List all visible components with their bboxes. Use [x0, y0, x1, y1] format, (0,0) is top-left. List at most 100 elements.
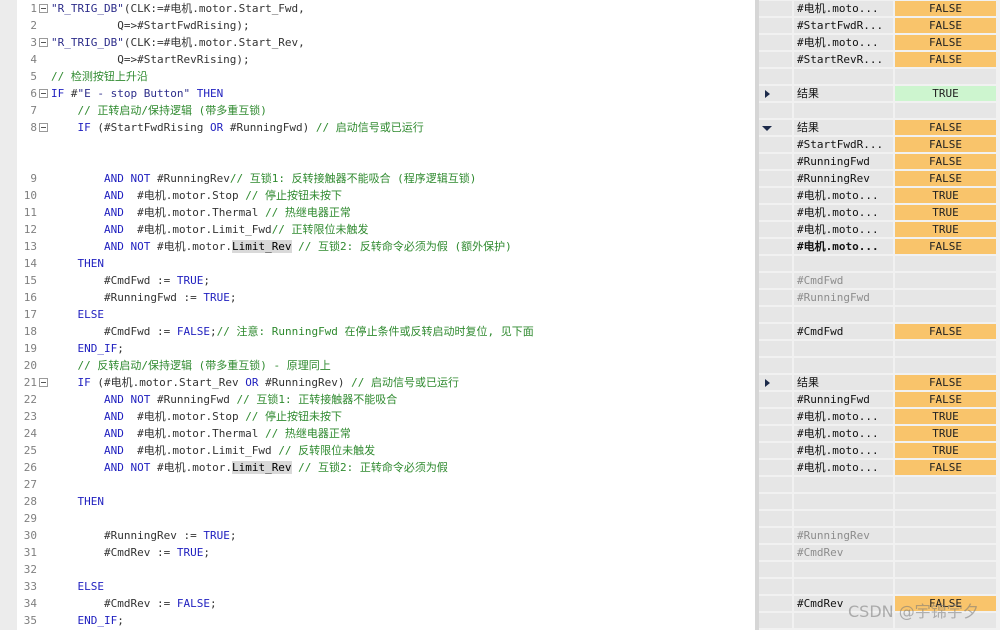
- code-line[interactable]: 19 END_IF;: [17, 340, 755, 357]
- code-line[interactable]: 23 AND #电机.motor.Stop // 停止按钮未按下: [17, 408, 755, 425]
- watch-variable-name: [794, 307, 893, 322]
- code-line[interactable]: 22 AND NOT #RunningFwd // 互锁1: 正转接触器不能吸合: [17, 391, 755, 408]
- row-marker-cell: [759, 35, 792, 50]
- code-line[interactable]: [17, 153, 755, 170]
- watch-value: FALSE: [895, 239, 996, 254]
- code-editor[interactable]: 1 "R_TRIG_DB"(CLK:=#电机.motor.Start_Fwd, 2 …: [17, 0, 755, 630]
- code-line[interactable]: 35 END_IF;: [17, 612, 755, 629]
- row-marker-cell: [759, 494, 792, 509]
- code-line[interactable]: 11 AND #电机.motor.Thermal // 热继电器正常: [17, 204, 755, 221]
- code-line[interactable]: 18 #CmdFwd := FALSE;// 注意: RunningFwd 在停…: [17, 323, 755, 340]
- row-marker-cell: [759, 239, 792, 254]
- row-marker-cell: [759, 562, 792, 577]
- code-line[interactable]: 25 AND #电机.motor.Limit_Fwd // 反转限位未触发: [17, 442, 755, 459]
- code-line[interactable]: 20 // 反转启动/保持逻辑 (带多重互锁) - 原理同上: [17, 357, 755, 374]
- code-token: ;: [229, 529, 237, 542]
- code-token: ;: [229, 291, 237, 304]
- code-line[interactable]: 24 AND #电机.motor.Thermal // 热继电器正常: [17, 425, 755, 442]
- watch-variable-name: [794, 69, 893, 84]
- code-line[interactable]: 34 #CmdRev := FALSE;: [17, 595, 755, 612]
- code-token: AND: [51, 223, 138, 236]
- code-line[interactable]: 32: [17, 561, 755, 578]
- row-marker-cell: [759, 613, 792, 628]
- code-line[interactable]: 10 AND #电机.motor.Stop // 停止按钮未按下: [17, 187, 755, 204]
- line-number: 11: [23, 206, 37, 219]
- row-marker-cell: [759, 137, 792, 152]
- code-line[interactable]: 3 "R_TRIG_DB"(CLK:=#电机.motor.Start_Rev,: [17, 34, 755, 51]
- code-text: Q=>#StartFwdRising);: [51, 17, 250, 34]
- watch-value: [895, 341, 996, 356]
- code-line[interactable]: 28 THEN: [17, 493, 755, 510]
- fold-toggle-icon[interactable]: [39, 38, 48, 47]
- code-token: THEN: [51, 257, 104, 270]
- watch-value: TRUE: [895, 409, 996, 424]
- code-text: Q=>#StartRevRising);: [51, 51, 249, 68]
- code-token: ;: [209, 597, 217, 610]
- code-token: // 互锁2: 反转命令必须为假 (额外保护): [291, 240, 512, 253]
- watch-row: [759, 255, 1000, 271]
- code-line[interactable]: 33 ELSE: [17, 578, 755, 595]
- row-marker-cell: [759, 460, 792, 475]
- code-line[interactable]: 27: [17, 476, 755, 493]
- code-line[interactable]: 14 THEN: [17, 255, 755, 272]
- code-text: AND NOT #RunningRev// 互锁1: 反转接触器不能吸合 (程序…: [51, 170, 476, 187]
- code-line[interactable]: 12 AND #电机.motor.Limit_Fwd// 正转限位未触发: [17, 221, 755, 238]
- fold-toggle-icon[interactable]: [39, 123, 48, 132]
- code-line[interactable]: 29: [17, 510, 755, 527]
- code-line[interactable]: 8 IF (#StartFwdRising OR #RunningFwd) //…: [17, 119, 755, 136]
- code-token: (#电机.motor.Start_Rev: [97, 376, 246, 389]
- code-token: FALSE: [176, 325, 210, 338]
- code-line[interactable]: 9 AND NOT #RunningRev// 互锁1: 反转接触器不能吸合 (…: [17, 170, 755, 187]
- expand-arrow-icon[interactable]: [765, 90, 770, 98]
- watch-row: #RunningRev FALSE: [759, 170, 1000, 186]
- code-line[interactable]: 6 IF #"E - stop Button" THEN: [17, 85, 755, 102]
- code-line[interactable]: 13 AND NOT #电机.motor.Limit_Rev // 互锁2: 反…: [17, 238, 755, 255]
- watch-value: [895, 494, 996, 509]
- collapse-arrow-icon[interactable]: [762, 126, 772, 131]
- code-line[interactable]: 16 #RunningFwd := TRUE;: [17, 289, 755, 306]
- code-token: Q=>#StartFwdRising);: [51, 19, 250, 32]
- watch-variable-name: #电机.moto...: [794, 409, 893, 424]
- fold-toggle-icon[interactable]: [39, 378, 48, 387]
- watch-variable-name: #电机.moto...: [794, 205, 893, 220]
- code-line[interactable]: 31 #CmdRev := TRUE;: [17, 544, 755, 561]
- watch-row: #电机.moto... TRUE: [759, 221, 1000, 237]
- watch-row: #RunningFwd FALSE: [759, 391, 1000, 407]
- line-number: 13: [23, 240, 37, 253]
- fold-toggle-icon[interactable]: [39, 89, 48, 98]
- code-line[interactable]: 17 ELSE: [17, 306, 755, 323]
- watch-variable-name: #电机.moto...: [794, 239, 893, 254]
- code-token: IF: [51, 87, 71, 100]
- code-line[interactable]: 30 #RunningRev := TRUE;: [17, 527, 755, 544]
- code-token: // 反转启动/保持逻辑 (带多重互锁) - 原理同上: [51, 359, 331, 372]
- code-line[interactable]: 2 Q=>#StartFwdRising);: [17, 17, 755, 34]
- code-line[interactable]: 21 IF (#电机.motor.Start_Rev OR #RunningRe…: [17, 374, 755, 391]
- code-line[interactable]: 26 AND NOT #电机.motor.Limit_Rev // 互锁2: 正…: [17, 459, 755, 476]
- watch-variable-name: #电机.moto...: [794, 35, 893, 50]
- code-line[interactable]: 7 // 正转启动/保持逻辑 (带多重互锁): [17, 102, 755, 119]
- watch-value: FALSE: [895, 1, 996, 16]
- watch-value: TRUE: [895, 188, 996, 203]
- watch-row: #电机.moto... TRUE: [759, 442, 1000, 458]
- watch-value: FALSE: [895, 171, 996, 186]
- watch-row: [759, 102, 1000, 118]
- code-text: // 反转启动/保持逻辑 (带多重互锁) - 原理同上: [51, 357, 331, 374]
- expand-arrow-icon[interactable]: [765, 379, 770, 387]
- fold-toggle-icon[interactable]: [39, 4, 48, 13]
- watch-variable-name: #StartRevR...: [794, 52, 893, 67]
- watch-variable-name: #电机.moto...: [794, 460, 893, 475]
- code-line[interactable]: [17, 136, 755, 153]
- code-text: "R_TRIG_DB"(CLK:=#电机.motor.Start_Fwd,: [51, 0, 305, 17]
- code-line[interactable]: 15 #CmdFwd := TRUE;: [17, 272, 755, 289]
- code-line[interactable]: 4 Q=>#StartRevRising);: [17, 51, 755, 68]
- line-number: 28: [23, 495, 37, 508]
- code-line[interactable]: 1 "R_TRIG_DB"(CLK:=#电机.motor.Start_Fwd,: [17, 0, 755, 17]
- code-token: IF: [51, 376, 98, 389]
- watch-variable-name: [794, 358, 893, 373]
- watch-value: FALSE: [895, 52, 996, 67]
- code-line[interactable]: 5 // 检测按钮上升沿: [17, 68, 755, 85]
- code-text: // 正转启动/保持逻辑 (带多重互锁): [51, 102, 266, 119]
- watch-row: #电机.moto... FALSE: [759, 238, 1000, 254]
- watch-variable-name: #CmdRev: [794, 545, 893, 560]
- watch-row: #CmdRev: [759, 544, 1000, 560]
